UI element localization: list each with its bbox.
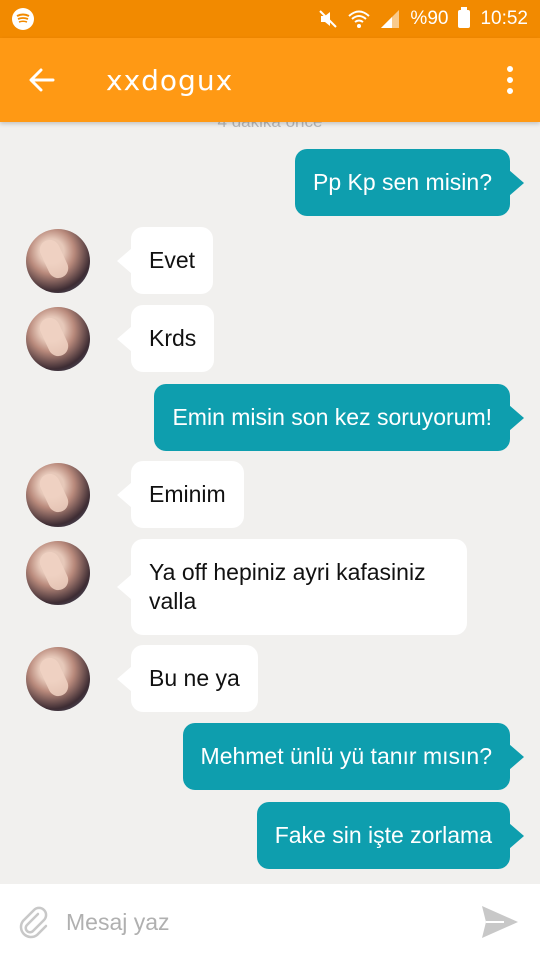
avatar[interactable] [26,307,90,371]
avatar[interactable] [26,463,90,527]
message-outgoing[interactable]: Emin misin son kez soruyorum! [154,384,524,451]
message-incoming[interactable]: Evet [116,227,214,294]
signal-icon [380,9,400,29]
avatar[interactable] [26,541,90,605]
send-icon [482,906,518,938]
mute-icon [318,9,338,29]
avatar[interactable] [26,647,90,711]
message-incoming[interactable]: Krds [116,305,215,372]
attach-button[interactable] [0,884,66,960]
more-options-button[interactable] [480,38,540,122]
battery-icon [458,7,471,28]
arrow-left-icon [29,68,55,92]
message-incoming[interactable]: Bu ne ya [117,645,258,712]
send-button[interactable] [460,884,540,960]
message-input[interactable] [66,902,460,942]
message-list[interactable]: 4 dakika önce Pp Kp sen misin? Evet Krds… [0,122,540,884]
message-outgoing[interactable]: Fake sin işte zorlama [256,802,525,869]
clock: 10:52 [480,8,528,29]
avatar[interactable] [26,229,90,293]
battery-percent: %90 [410,8,449,29]
message-incoming[interactable]: Ya off hepiniz ayri kafasiniz valla [117,539,467,635]
message-outgoing[interactable]: Mehmet ünlü yü tanır mısın? [182,723,525,790]
paperclip-icon [19,906,48,939]
message-outgoing[interactable]: Pp Kp sen misin? [295,149,524,216]
chat-header: xxdogux [0,38,540,122]
conversation-title: xxdogux [106,63,234,97]
wifi-icon [348,9,371,29]
spotify-icon [12,8,34,30]
message-incoming[interactable]: Eminim [117,461,244,528]
more-vertical-icon [507,64,513,97]
back-button[interactable] [0,38,84,122]
timestamp: 4 dakika önce [0,122,540,132]
status-bar: %90 10:52 [0,0,540,38]
message-composer [0,884,540,960]
